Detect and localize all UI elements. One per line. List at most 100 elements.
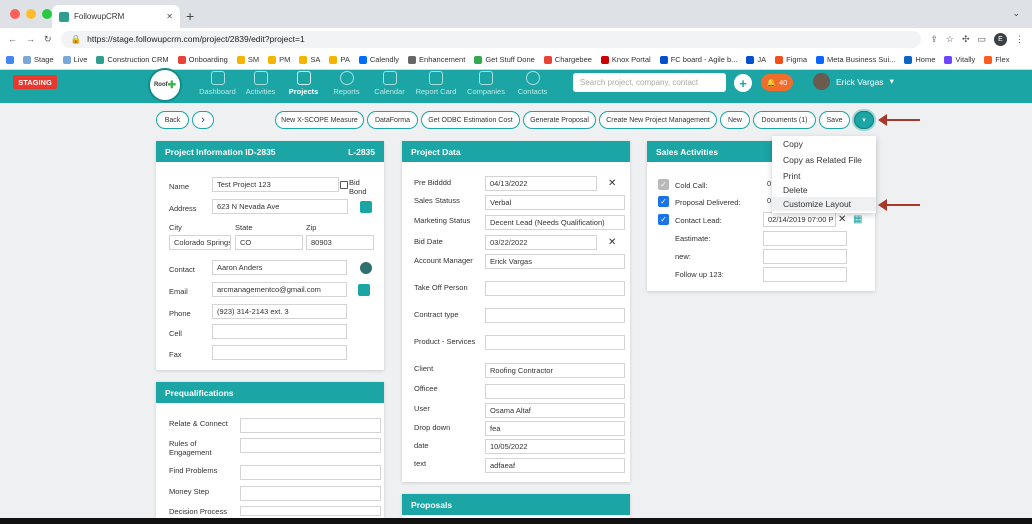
nav-calendar[interactable]: Calendar <box>368 71 411 96</box>
take-off-person-select[interactable] <box>485 281 625 296</box>
next-button[interactable]: › <box>192 111 214 129</box>
nav-reports[interactable]: Reports <box>325 71 368 96</box>
maximize-window-button[interactable] <box>42 9 52 19</box>
zip-field[interactable]: 80903 <box>306 235 374 250</box>
proposal-delivered-checkbox[interactable]: ✓ <box>658 196 669 207</box>
city-field[interactable]: Colorado Springs <box>169 235 231 250</box>
menu-item-print[interactable]: Print <box>783 171 800 181</box>
name-field[interactable]: Test Project 123 <box>212 177 339 192</box>
client-select[interactable]: Roofing Contractor <box>485 363 625 378</box>
star-icon[interactable]: ☆ <box>946 34 954 45</box>
profile-avatar[interactable]: E <box>994 32 1007 46</box>
cold-call-checkbox[interactable]: ✓ <box>658 179 669 190</box>
bookmark-item[interactable]: FC board - Agile b... <box>659 55 737 64</box>
money-step-field[interactable] <box>240 486 381 501</box>
sidepanel-icon[interactable]: ▭ <box>977 34 986 45</box>
back-arrow-icon[interactable]: ← <box>8 34 17 44</box>
text-field[interactable]: adfaeaf <box>485 458 625 473</box>
nav-activities[interactable]: Activities <box>239 71 282 96</box>
mail-icon[interactable] <box>358 284 370 296</box>
clear-icon[interactable]: ✕ <box>608 178 616 189</box>
bookmark-item[interactable]: Chargebee <box>543 55 592 64</box>
bookmark-item[interactable]: Figma <box>775 55 807 64</box>
add-button[interactable]: + <box>734 74 752 92</box>
user-select[interactable]: Osama Altaf <box>485 403 625 418</box>
close-tab-icon[interactable]: ✕ <box>166 12 173 21</box>
marketing-status-select[interactable]: Decent Lead (Needs Qualification) <box>485 215 625 230</box>
nav-projects[interactable]: Projects <box>282 71 325 96</box>
user-menu[interactable]: Erick Vargas ▾ <box>813 73 894 90</box>
bookmark-item[interactable]: Onboarding <box>177 55 228 64</box>
bookmark-item[interactable]: Stage <box>23 55 54 64</box>
notifications-badge[interactable]: 🔔 40 <box>761 74 793 91</box>
app-logo[interactable]: Roof ✚ <box>148 68 182 102</box>
menu-dots-icon[interactable]: ⋮ <box>1015 34 1024 45</box>
estimate-field[interactable] <box>763 231 847 246</box>
product-services-select[interactable] <box>485 335 625 350</box>
bookmark-item[interactable]: Get Stuff Done <box>474 55 535 64</box>
more-actions-dropdown[interactable]: ▾ <box>854 111 874 129</box>
share-icon[interactable]: ⇪ <box>930 34 938 45</box>
bookmark-item[interactable]: PM <box>268 55 290 64</box>
contact-person-icon[interactable] <box>360 262 372 274</box>
fax-field[interactable] <box>212 345 347 360</box>
calendar-picker-icon[interactable]: ▦ <box>853 214 862 225</box>
menu-item-copy-related[interactable]: Copy as Related File <box>783 155 862 165</box>
close-window-button[interactable] <box>10 9 20 19</box>
drop-down-select[interactable]: fea <box>485 421 625 436</box>
new-button[interactable]: New <box>720 111 750 129</box>
search-input[interactable]: Search project, company, contact <box>573 73 726 92</box>
bid-date-field[interactable]: 03/22/2022 <box>485 235 597 250</box>
sales-status-select[interactable]: Verbal <box>485 195 625 210</box>
find-problems-field[interactable] <box>240 465 381 480</box>
apps-icon[interactable] <box>6 55 14 64</box>
bookmark-item[interactable]: Calendly <box>358 55 399 64</box>
reload-icon[interactable]: ↻ <box>44 34 52 45</box>
relate-connect-field[interactable] <box>240 418 381 433</box>
dataforma-button[interactable]: DataForma <box>367 111 418 129</box>
nav-companies[interactable]: Companies <box>461 71 511 96</box>
browser-tab[interactable]: FollowupCRM ✕ <box>52 5 180 28</box>
nav-dashboard[interactable]: Dashboard <box>196 71 239 96</box>
state-field[interactable]: CO <box>235 235 303 250</box>
bookmark-item[interactable]: Knox Portal <box>600 55 651 64</box>
date-field[interactable]: 10/05/2022 <box>485 439 625 454</box>
url-field[interactable]: 🔒 https://stage.followupcrm.com/project/… <box>60 30 922 48</box>
bookmark-item[interactable]: Construction CRM <box>96 55 169 64</box>
minimize-window-button[interactable] <box>26 9 36 19</box>
menu-item-customize-layout[interactable]: Customize Layout <box>772 197 876 211</box>
contact-lead-checkbox[interactable]: ✓ <box>658 214 669 225</box>
bookmark-item[interactable]: PA <box>329 55 350 64</box>
pre-bid-date-field[interactable]: 04/13/2022 <box>485 176 597 191</box>
generate-proposal-button[interactable]: Generate Proposal <box>523 111 596 129</box>
documents-button[interactable]: Documents (1) <box>753 111 816 129</box>
office-select[interactable] <box>485 384 625 399</box>
nav-contacts[interactable]: Contacts <box>511 71 554 96</box>
bookmark-item[interactable]: Enhancement <box>408 55 465 64</box>
decision-process-field[interactable] <box>240 506 381 516</box>
odbc-estimation-button[interactable]: Get ODBC Estimation Cost <box>421 111 520 129</box>
menu-item-copy[interactable]: Copy <box>783 139 803 149</box>
forward-arrow-icon[interactable]: → <box>26 34 35 44</box>
back-button[interactable]: Back <box>156 111 189 129</box>
puzzle-icon[interactable]: ✣ <box>962 34 970 45</box>
phone-field[interactable]: (923) 314-2143 ext. 3 <box>212 304 347 319</box>
bookmark-item[interactable]: Home <box>904 55 935 64</box>
new-tab-button[interactable]: + <box>186 8 194 24</box>
new-field[interactable] <box>763 249 847 264</box>
contact-lead-date-field[interactable]: 02/14/2019 07:00 P <box>763 212 836 227</box>
rules-engagement-field[interactable] <box>240 438 381 453</box>
contract-type-select[interactable] <box>485 308 625 323</box>
account-manager-select[interactable]: Erick Vargas <box>485 254 625 269</box>
cell-field[interactable] <box>212 324 347 339</box>
new-xscope-measure-button[interactable]: New X-SCOPE Measure <box>275 111 364 129</box>
contact-field[interactable]: Aaron Anders <box>212 260 347 275</box>
bookmark-item[interactable]: Meta Business Sui... <box>816 55 895 64</box>
bookmark-item[interactable]: Live <box>62 55 87 64</box>
tab-search-icon[interactable]: ⌄ <box>1012 8 1020 19</box>
email-field[interactable]: arcmanagementco@gmail.com <box>212 282 347 297</box>
bookmark-item[interactable]: SA <box>299 55 320 64</box>
clear-icon[interactable]: ✕ <box>838 214 846 225</box>
map-icon[interactable] <box>360 201 372 213</box>
create-project-management-button[interactable]: Create New Project Management <box>599 111 717 129</box>
